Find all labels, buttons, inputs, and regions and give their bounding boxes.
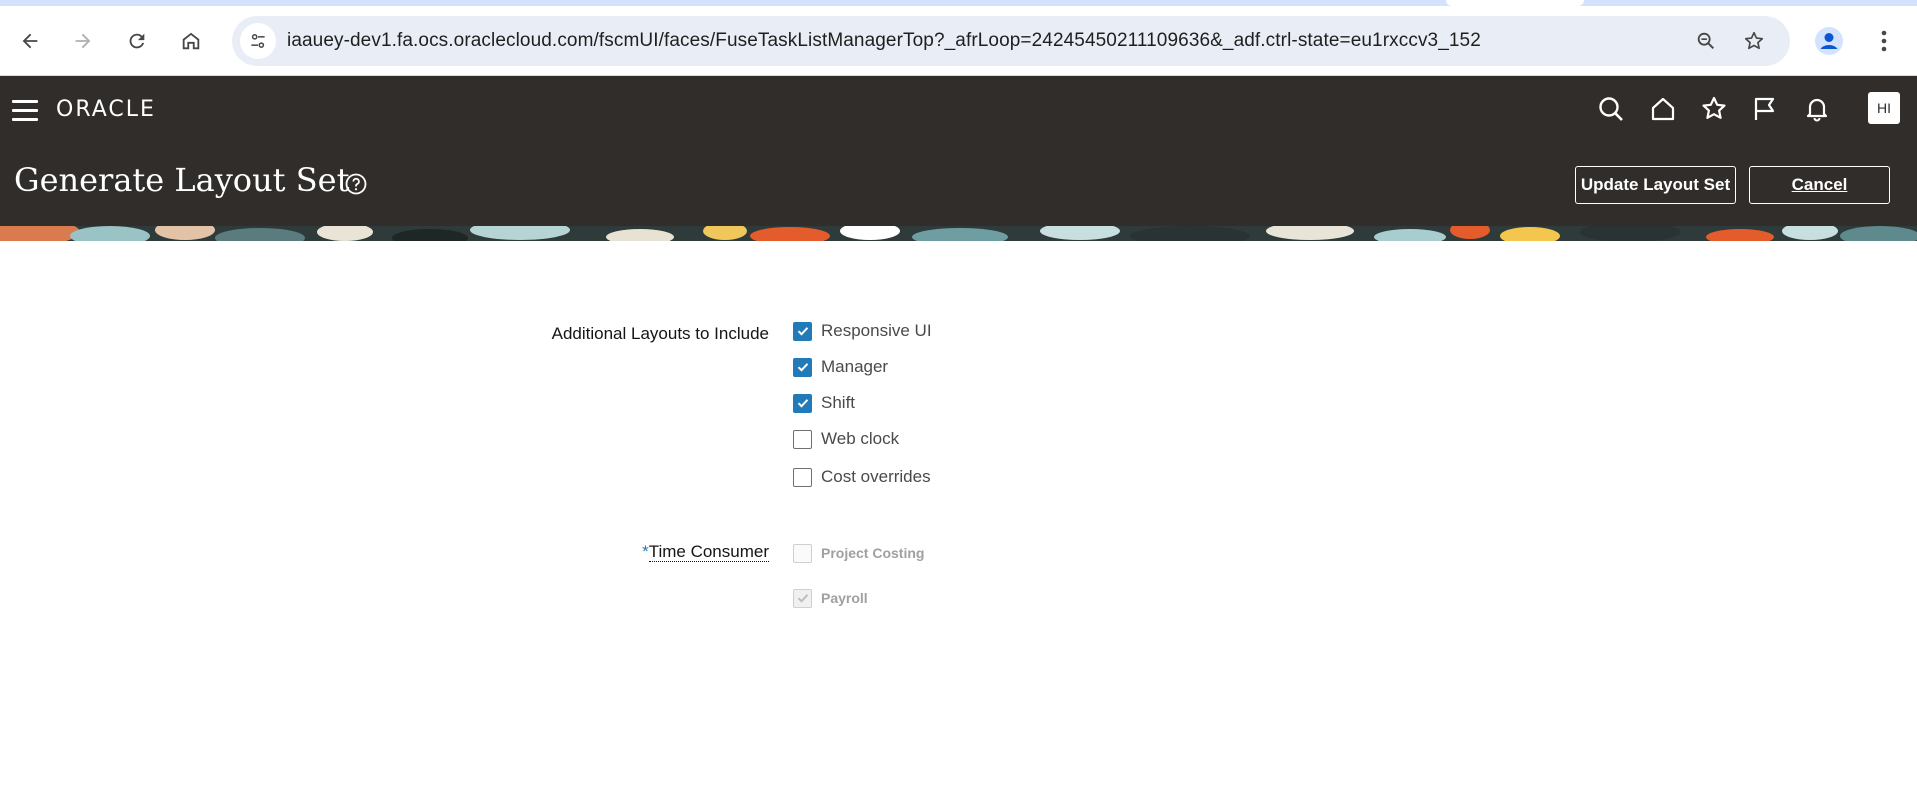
checkbox-manager[interactable]: Manager bbox=[793, 355, 888, 379]
address-bar[interactable]: iaauey-dev1.fa.ocs.oraclecloud.com/fscmU… bbox=[232, 16, 1790, 66]
help-icon[interactable] bbox=[344, 172, 368, 196]
home-icon[interactable] bbox=[1645, 91, 1681, 127]
home-icon[interactable] bbox=[173, 23, 209, 59]
checkbox[interactable] bbox=[793, 321, 812, 341]
watchlist-flag-icon[interactable] bbox=[1747, 91, 1783, 127]
kebab-menu-icon[interactable] bbox=[1866, 23, 1902, 59]
checkbox-payroll: Payroll bbox=[793, 586, 868, 610]
checkbox[interactable] bbox=[793, 429, 812, 449]
browser-toolbar: iaauey-dev1.fa.ocs.oraclecloud.com/fscmU… bbox=[0, 0, 1917, 76]
back-arrow-icon[interactable] bbox=[12, 23, 48, 59]
cancel-button[interactable]: Cancel bbox=[1749, 166, 1890, 204]
checkbox-label: Cost overrides bbox=[821, 467, 931, 486]
url-text[interactable]: iaauey-dev1.fa.ocs.oraclecloud.com/fscmU… bbox=[287, 16, 1481, 66]
oracle-logo[interactable]: ORACLE bbox=[56, 96, 156, 124]
tune-icon[interactable] bbox=[240, 23, 276, 59]
checkbox[interactable] bbox=[793, 467, 812, 487]
user-avatar[interactable]: HI bbox=[1868, 92, 1900, 124]
update-layout-set-button[interactable]: Update Layout Set bbox=[1575, 166, 1736, 204]
forward-arrow-icon[interactable] bbox=[65, 23, 101, 59]
checkbox bbox=[793, 588, 812, 608]
star-icon[interactable] bbox=[1736, 23, 1772, 59]
decorative-banner bbox=[0, 226, 1917, 241]
checkbox-label: Shift bbox=[821, 393, 856, 412]
time-consumer-text[interactable]: Time Consumer bbox=[648, 542, 769, 562]
checkbox-responsive-ui[interactable]: Responsive UI bbox=[793, 319, 932, 343]
checkbox-label: Project Costing bbox=[821, 545, 925, 561]
hamburger-menu-icon[interactable] bbox=[12, 96, 40, 124]
zoom-icon[interactable] bbox=[1688, 23, 1724, 59]
checkbox-label: Web clock bbox=[821, 429, 900, 448]
time-consumer-label: *Time Consumer bbox=[560, 542, 769, 562]
profile-icon[interactable] bbox=[1811, 23, 1847, 59]
checkbox-label: Manager bbox=[821, 357, 889, 376]
checkbox bbox=[793, 543, 812, 563]
search-icon[interactable] bbox=[1593, 91, 1629, 127]
reload-icon[interactable] bbox=[119, 23, 155, 59]
checkbox-web-clock[interactable]: Web clock bbox=[793, 427, 899, 451]
checkbox-project-costing: Project Costing bbox=[793, 541, 924, 565]
favorites-star-icon[interactable] bbox=[1696, 91, 1732, 127]
additional-layouts-label: Additional Layouts to Include bbox=[551, 324, 769, 343]
checkbox-shift[interactable]: Shift bbox=[793, 391, 855, 415]
required-indicator: * bbox=[642, 542, 649, 561]
notifications-bell-icon[interactable] bbox=[1799, 91, 1835, 127]
checkbox-label: Payroll bbox=[821, 590, 868, 606]
checkbox-cost-overrides[interactable]: Cost overrides bbox=[793, 465, 931, 489]
app-header: ORACLE HI Generate Layout Set Update Lay… bbox=[0, 76, 1917, 226]
active-tab[interactable] bbox=[1446, 0, 1584, 6]
checkbox[interactable] bbox=[793, 393, 812, 413]
checkbox[interactable] bbox=[793, 357, 812, 377]
page-title: Generate Layout Set bbox=[14, 161, 350, 199]
tab-strip bbox=[0, 0, 1917, 6]
checkbox-label: Responsive UI bbox=[821, 321, 932, 340]
